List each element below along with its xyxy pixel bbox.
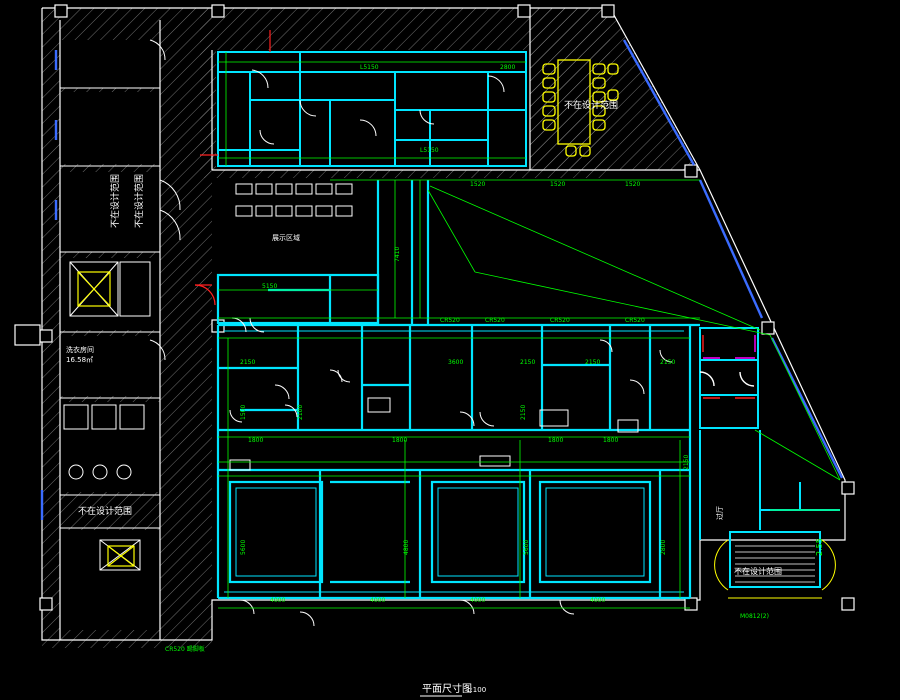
drawing-title: 平面尺寸图 (422, 682, 472, 695)
dim-vertical-label: 4800 (403, 540, 410, 555)
area-name-label: 洗衣房间 (66, 345, 94, 354)
right-note: M0812(2) (740, 613, 769, 620)
stair-room-label: 不在设计范围 (734, 566, 782, 576)
dim-lab-bottom-label: 1800 (548, 437, 563, 444)
dim-bay-label: 4000 (590, 597, 605, 604)
bottom-note: CR520 踢脚板 (165, 645, 205, 653)
dim-upper-label: 1520 (470, 181, 485, 188)
dim-lab-label: 5150 (262, 283, 277, 290)
dim-upper-label: 1520 (550, 181, 565, 188)
hall-label: 展示区域 (272, 233, 300, 242)
dim-upper-label: 1520 (625, 181, 640, 188)
corridor-label: 过厅 (715, 506, 724, 520)
dim-mid-label: CR520 (550, 317, 570, 324)
dim-mid-label: CR520 (625, 317, 645, 324)
dim-lab-label: 2150 (585, 359, 600, 366)
dim-lab-bottom-label: 1800 (603, 437, 618, 444)
dim-lab-label: 2150 (240, 359, 255, 366)
elevator-room-label: 不在设计范围 (78, 505, 132, 517)
dim-bay-label: 4000 (270, 597, 285, 604)
dim-vertical-label: 2800 (660, 540, 667, 555)
top-dim-label: L5150 (360, 64, 379, 71)
left-room-label: 不在设计范围 (109, 174, 121, 228)
left-room-label-2: 不在设计范围 (133, 174, 145, 228)
drawing-title-block: 平面尺寸图 1:100 (420, 682, 486, 697)
stair-dim-label: 2.55 (815, 538, 824, 556)
dim-vertical-label: 2100 (297, 405, 304, 420)
dim-vertical-label: 5600 (240, 540, 247, 555)
dim-lab-label: 2150 (520, 359, 535, 366)
floor-plan-drawing: L5150 L5150 2800 不在设计范围 展示区域 不在设计范围 2.55… (14, 4, 855, 697)
dim-bay-depth-label: 5600 (523, 540, 530, 555)
dim-stair-span-label: 2150 (683, 455, 690, 470)
dim-vertical-label: 1500 (240, 405, 247, 420)
conference-room-label: 不在设计范围 (564, 99, 618, 111)
dim-lab-bottom-label: 1800 (248, 437, 263, 444)
drawing-scale: 1:100 (466, 686, 486, 694)
dim-mid-label: CR520 (485, 317, 505, 324)
top-dim-label: 2800 (500, 64, 515, 71)
dim-vertical-label: 2150 (520, 405, 527, 420)
dim-mid-vertical-label: 7410 (394, 247, 401, 262)
dim-lab-label: 2150 (660, 359, 675, 366)
dim-lab-label: 3600 (448, 359, 463, 366)
dim-bay-label: 4000 (370, 597, 385, 604)
dim-bay-label: 4000 (470, 597, 485, 604)
top-dim-label: L5150 (420, 147, 439, 154)
area-value-label: 16.58㎡ (66, 356, 93, 364)
dim-lab-bottom-label: 1800 (392, 437, 407, 444)
dim-mid-label: CR520 (440, 317, 460, 324)
